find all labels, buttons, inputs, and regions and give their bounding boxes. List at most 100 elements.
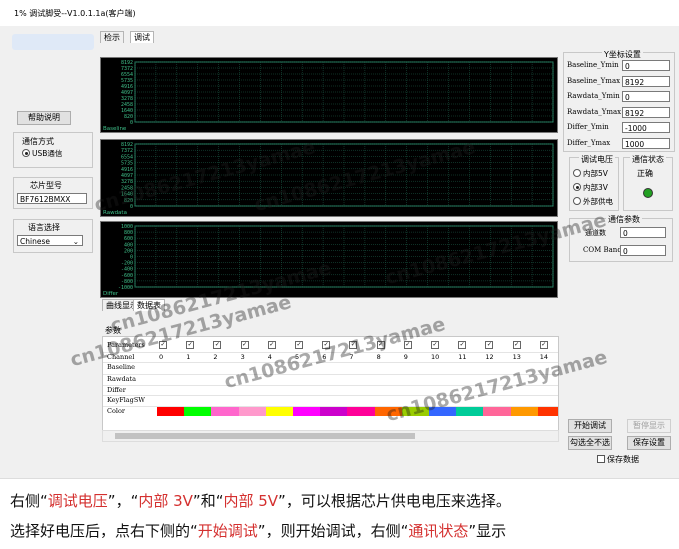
- y-tick-label: 800: [124, 230, 133, 236]
- params-section-label: 参数: [105, 326, 121, 335]
- comm-status-title: 通信状态: [630, 154, 666, 165]
- caption-segment: ”和“: [192, 492, 224, 510]
- voltage-internal-5v-radio[interactable]: 内部5V: [573, 168, 608, 179]
- channel-color-swatch[interactable]: [157, 406, 185, 416]
- com-band-field[interactable]: 0: [620, 245, 666, 256]
- channel-color-swatch[interactable]: [456, 406, 484, 416]
- channel-color-swatch[interactable]: [429, 406, 457, 416]
- channel-number: 7: [349, 353, 354, 361]
- y-tick-label: 0: [130, 120, 133, 126]
- channel-checkbox[interactable]: ✓: [539, 341, 548, 349]
- channel-number: 13: [512, 353, 521, 361]
- horizontal-scrollbar[interactable]: [102, 430, 559, 442]
- voltage-title: 调试电压: [579, 154, 615, 165]
- help-button[interactable]: 帮助说明: [17, 111, 71, 125]
- channel-number: 1: [186, 353, 191, 361]
- channel-checkbox[interactable]: ✓: [349, 341, 358, 349]
- table-row-divider: [103, 362, 558, 363]
- tab-display[interactable]: 检示: [100, 31, 124, 43]
- channel-checkbox[interactable]: ✓: [376, 341, 385, 349]
- y-axis-field[interactable]: 0: [622, 60, 670, 71]
- channel-checkbox[interactable]: ✓: [240, 341, 249, 349]
- y-axis-field[interactable]: 1000: [622, 137, 670, 149]
- caption-line-1: 右侧“调试电压”，“内部 3V”和“内部 5V”，可以根据芯片供电电压来选择。: [10, 490, 511, 511]
- channel-color-swatch[interactable]: [184, 406, 212, 416]
- y-axis-label: Rawdata_Ymax: [567, 107, 622, 116]
- channel-checkbox[interactable]: ✓: [512, 341, 521, 349]
- caption-segment: ”显示: [468, 522, 507, 540]
- save-settings-button[interactable]: 保存设置: [627, 436, 671, 450]
- caption-line-2: 选择好电压后，点右下侧的“开始调试”，则开始调试，右侧“通讯状态”显示: [10, 520, 506, 541]
- y-tick-label: 400: [124, 242, 133, 248]
- channel-number: 9: [403, 353, 408, 361]
- channel-color-swatch[interactable]: [293, 406, 321, 416]
- y-axis-field[interactable]: 8192: [622, 106, 670, 118]
- select-all-none-button[interactable]: 勾选全不选: [568, 436, 612, 450]
- channel-checkbox[interactable]: ✓: [431, 341, 439, 349]
- table-row-label: KeyFlagSW: [107, 396, 145, 404]
- chart-rawdata: 8192 7372 6554 5735 4916 4097 3278 2458 1640 820 0…: [100, 139, 558, 217]
- caption-segment: 开始调试: [197, 522, 258, 540]
- channel-color-swatch[interactable]: [265, 406, 294, 416]
- channel-color-swatch[interactable]: [374, 406, 403, 416]
- voltage-internal-3v-radio[interactable]: 内部3V: [573, 182, 608, 193]
- channel-number: 14: [539, 353, 549, 361]
- channel-color-swatch[interactable]: [537, 406, 558, 416]
- channel-number: 12: [485, 353, 494, 361]
- channel-number: 10: [431, 353, 440, 361]
- tab-data-table[interactable]: 数据表: [133, 299, 165, 311]
- table-row-divider: [103, 406, 558, 407]
- y-tick-label: 6554: [121, 154, 133, 160]
- chart-name-label: Baseline: [103, 126, 127, 132]
- table-row-label: Differ: [107, 386, 126, 394]
- y-tick-label: 1640: [121, 192, 133, 198]
- y-tick-label: 600: [124, 236, 133, 242]
- y-tick-label: -1000: [118, 285, 133, 291]
- channel-checkbox[interactable]: ✓: [159, 341, 167, 349]
- caption-segment: 通讯状态: [408, 522, 469, 540]
- channel-color-swatch[interactable]: [211, 406, 240, 416]
- channel-checkbox[interactable]: ✓: [458, 341, 467, 349]
- scrollbar-thumb[interactable]: [115, 433, 415, 439]
- tab-debug[interactable]: 调试: [130, 31, 154, 43]
- logo: [12, 34, 94, 50]
- channel-checkbox[interactable]: ✓: [186, 341, 195, 349]
- y-tick-label: 8192: [121, 142, 133, 148]
- comm-status-group: [623, 157, 673, 211]
- y-tick-label: 0: [130, 204, 133, 210]
- table-row-divider: [103, 385, 558, 386]
- y-axis-field[interactable]: 8192: [622, 75, 670, 87]
- y-tick-label: 200: [124, 248, 133, 254]
- comm-mode-usb-radio[interactable]: USB通信: [22, 148, 62, 159]
- channel-checkbox[interactable]: ✓: [485, 341, 494, 349]
- channel-checkbox[interactable]: ✓: [295, 341, 303, 349]
- comm-params-title: 通信参数: [606, 214, 642, 225]
- language-select[interactable]: Chinese ⌄: [17, 235, 83, 246]
- y-tick-label: -600: [121, 273, 133, 279]
- voltage-external-radio[interactable]: 外部供电: [573, 196, 613, 207]
- channel-checkbox[interactable]: ✓: [267, 341, 276, 349]
- save-data-checkbox[interactable]: 保存数据: [597, 454, 639, 465]
- chip-model-field[interactable]: BF7612BMXX: [17, 193, 87, 204]
- channel-checkbox[interactable]: ✓: [403, 341, 412, 349]
- table-row-divider: [103, 395, 558, 396]
- channel-color-swatch[interactable]: [320, 406, 348, 416]
- y-axis-field[interactable]: 0: [622, 91, 670, 102]
- pause-display-button[interactable]: 暂停显示: [627, 419, 671, 433]
- channel-color-swatch[interactable]: [238, 406, 267, 416]
- channel-number: 6: [322, 353, 327, 361]
- y-axis-field[interactable]: -1000: [622, 122, 670, 133]
- channel-count-field[interactable]: 0: [620, 227, 666, 238]
- channel-color-swatch[interactable]: [347, 406, 376, 416]
- channel-color-swatch[interactable]: [401, 406, 430, 416]
- table-row-divider: [103, 374, 558, 375]
- channel-checkbox[interactable]: ✓: [322, 341, 331, 349]
- caption-segment: ”，则开始调试，右侧“: [257, 522, 409, 540]
- start-debug-button[interactable]: 开始调试: [568, 419, 612, 433]
- channel-checkbox[interactable]: ✓: [213, 341, 222, 349]
- channel-color-swatch[interactable]: [483, 406, 512, 416]
- channel-color-swatch[interactable]: [510, 406, 539, 416]
- y-axis-label: Baseline_Ymax: [567, 76, 621, 85]
- y-axis-settings-title: Y坐标设置: [602, 49, 643, 60]
- channel-number: 11: [458, 353, 467, 361]
